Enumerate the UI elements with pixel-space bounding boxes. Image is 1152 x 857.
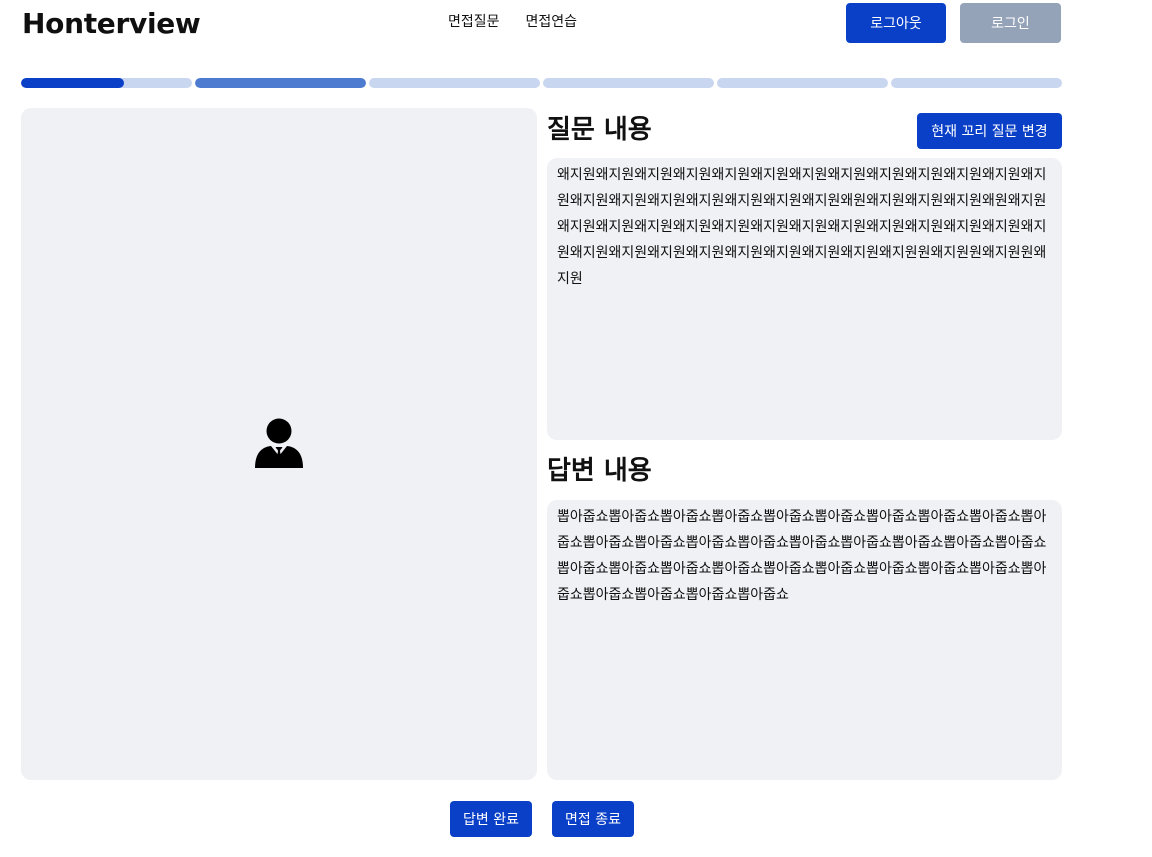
progress-segment-5 [717,78,888,88]
change-follow-up-question-button[interactable]: 현재 꼬리 질문 변경 [917,113,1062,149]
nav-item-interview-questions[interactable]: 면접질문 [448,12,500,32]
nav-item-interview-practice[interactable]: 면접연습 [526,12,578,32]
video-panel [21,108,537,780]
progress-segment-6 [891,78,1062,88]
progress-segment-4 [543,78,714,88]
end-interview-button[interactable]: 면접 종료 [552,801,634,837]
question-title: 질문 내용 [547,115,652,145]
question-text: 왜지원왜지원왜지원왜지원왜지원왜지원왜지원왜지원왜지원왜지원왜지원왜지원왜지원왜… [557,167,1047,287]
answer-text: 뽑아줍쇼뽑아줍쇼뽑아줍쇼뽑아줍쇼뽑아줍쇼뽑아줍쇼뽑아줍쇼뽑아줍쇼뽑아줍쇼뽑아줍쇼… [557,509,1047,603]
interview-progress-bar [21,78,1062,88]
progress-segment-2 [195,78,366,88]
answer-complete-button[interactable]: 답변 완료 [450,801,532,837]
login-button[interactable]: 로그인 [960,3,1061,43]
answer-title: 답변 내용 [547,456,652,486]
answer-content-box: 뽑아줍쇼뽑아줍쇼뽑아줍쇼뽑아줍쇼뽑아줍쇼뽑아줍쇼뽑아줍쇼뽑아줍쇼뽑아줍쇼뽑아줍쇼… [547,500,1062,780]
app-logo[interactable]: Honterview [22,6,201,42]
main-nav: 면접질문 면접연습 [448,12,577,32]
businessman-icon [255,418,303,468]
progress-segment-1 [21,78,192,88]
logout-button[interactable]: 로그아웃 [846,3,946,43]
progress-segment-3 [369,78,540,88]
question-content-box: 왜지원왜지원왜지원왜지원왜지원왜지원왜지원왜지원왜지원왜지원왜지원왜지원왜지원왜… [547,158,1062,440]
